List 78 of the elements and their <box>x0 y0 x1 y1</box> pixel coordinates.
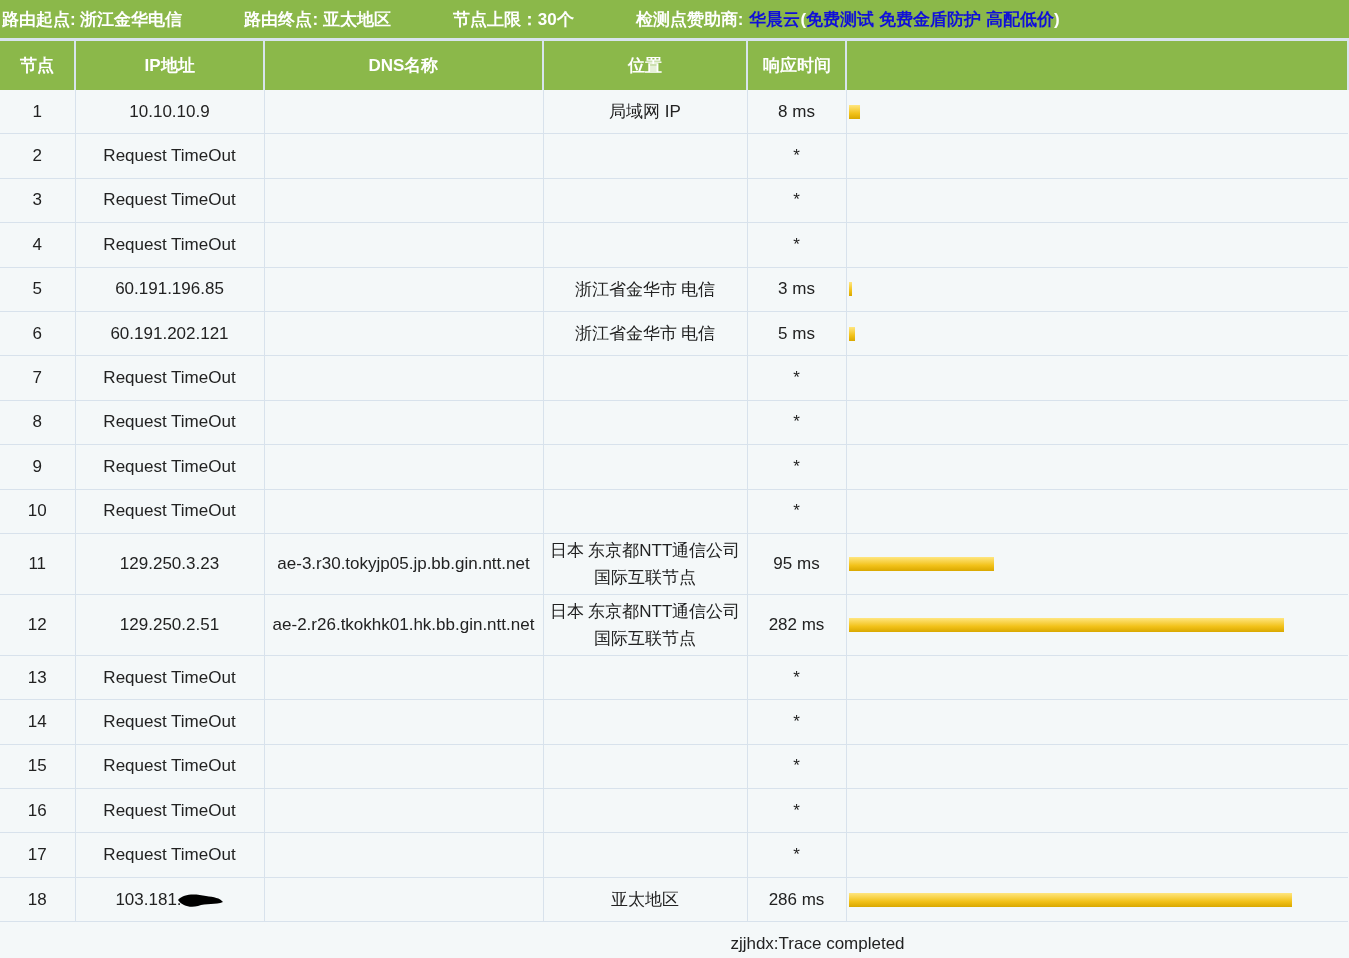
location: 日本 东京都NTT通信公司国际互联节点 <box>549 540 741 587</box>
hop-number: 13 <box>27 667 47 687</box>
ip-address: 103.181. <box>115 889 182 909</box>
hop-number: 3 <box>32 190 42 210</box>
ip-address: Request TimeOut <box>103 234 236 254</box>
hop-number: 12 <box>27 614 47 634</box>
column-header: 位置 <box>543 41 747 90</box>
parenthesis: ( <box>800 9 807 29</box>
ip-address: Request TimeOut <box>103 456 236 476</box>
response-time: * <box>793 845 800 865</box>
ip-address: 60.191.202.121 <box>110 323 229 343</box>
ip-address: Request TimeOut <box>103 501 236 521</box>
ip-address: Request TimeOut <box>103 800 236 820</box>
hop-number: 17 <box>27 845 47 865</box>
route-info: 节点上限：30个 <box>452 8 574 31</box>
parenthesis: ) <box>1054 9 1060 29</box>
hop-number: 4 <box>32 234 42 254</box>
location: 局域网 IP <box>609 102 681 122</box>
hop-number: 5 <box>32 279 42 299</box>
column-header: DNS名称 <box>264 41 543 90</box>
response-time: * <box>793 667 800 687</box>
response-time: 286 ms <box>768 889 825 909</box>
response-time: * <box>793 368 800 388</box>
hop-number: 9 <box>32 456 42 476</box>
hop-number: 7 <box>32 368 42 388</box>
response-time: * <box>793 456 800 476</box>
location: 日本 东京都NTT通信公司国际互联节点 <box>549 601 741 648</box>
response-time: * <box>793 756 800 776</box>
ip-address: Request TimeOut <box>103 190 236 210</box>
response-time: * <box>793 146 800 166</box>
hop-number: 10 <box>27 501 47 521</box>
hop-number: 15 <box>27 756 47 776</box>
hop-number: 18 <box>27 889 47 909</box>
sponsor-link[interactable]: 免费金盾防护 <box>879 9 982 29</box>
ip-address: Request TimeOut <box>103 712 236 731</box>
response-time: 5 ms <box>778 323 815 343</box>
ip-address: 129.250.3.23 <box>119 553 220 573</box>
ip-address: 60.191.196.85 <box>115 279 224 299</box>
route-info: 路由终点: 亚太地区 <box>244 8 391 31</box>
ip-address: Request TimeOut <box>103 756 236 776</box>
hop-number: 1 <box>32 101 42 121</box>
response-time: * <box>793 234 800 254</box>
ip-address: Request TimeOut <box>103 412 236 432</box>
hop-number: 14 <box>27 712 47 731</box>
column-header: 响应时间 <box>747 41 846 90</box>
ip-address: Request TimeOut <box>103 845 236 865</box>
sponsor-link[interactable]: 免费测试 <box>806 9 875 29</box>
response-time: 95 ms <box>773 553 820 573</box>
hop-number: 16 <box>27 800 47 820</box>
column-header: 节点 <box>0 41 75 90</box>
response-time: * <box>793 501 800 521</box>
ip-address: 10.10.10.9 <box>129 101 210 121</box>
response-time: * <box>793 190 800 210</box>
location: 浙江省金华市 电信 <box>574 324 716 344</box>
column-header: IP地址 <box>75 41 264 90</box>
location: 亚太地区 <box>611 890 679 910</box>
route-info: 路由起点: 浙江金华电信 <box>2 8 183 31</box>
sponsor-link[interactable]: 华晨云 <box>749 9 801 29</box>
hop-number: 11 <box>28 553 47 573</box>
sponsor-label: 检测点赞助商: <box>635 9 744 29</box>
location: 浙江省金华市 电信 <box>574 279 716 299</box>
dns-name: ae-2.r26.tkokhk01.hk.bb.gin.ntt.net <box>272 615 535 635</box>
dns-name: ae-3.r30.tokyjp05.jp.bb.gin.ntt.net <box>277 554 530 574</box>
hop-number: 8 <box>32 412 42 432</box>
status-message: zjjhdx:Trace completed <box>730 934 905 954</box>
ip-address: 129.250.2.51 <box>119 614 220 634</box>
response-time: * <box>793 412 800 432</box>
response-time: 8 ms <box>778 101 815 121</box>
ip-address: Request TimeOut <box>103 368 236 388</box>
ip-address: Request TimeOut <box>103 146 236 166</box>
hop-number: 2 <box>32 146 42 166</box>
response-time: 282 ms <box>768 614 825 634</box>
response-time: * <box>793 800 800 820</box>
response-time: 3 ms <box>778 279 815 299</box>
ip-address: Request TimeOut <box>103 667 236 687</box>
sponsor-link[interactable]: 高配低价 <box>986 9 1055 29</box>
response-time: * <box>793 712 800 731</box>
hop-number: 6 <box>32 323 42 343</box>
